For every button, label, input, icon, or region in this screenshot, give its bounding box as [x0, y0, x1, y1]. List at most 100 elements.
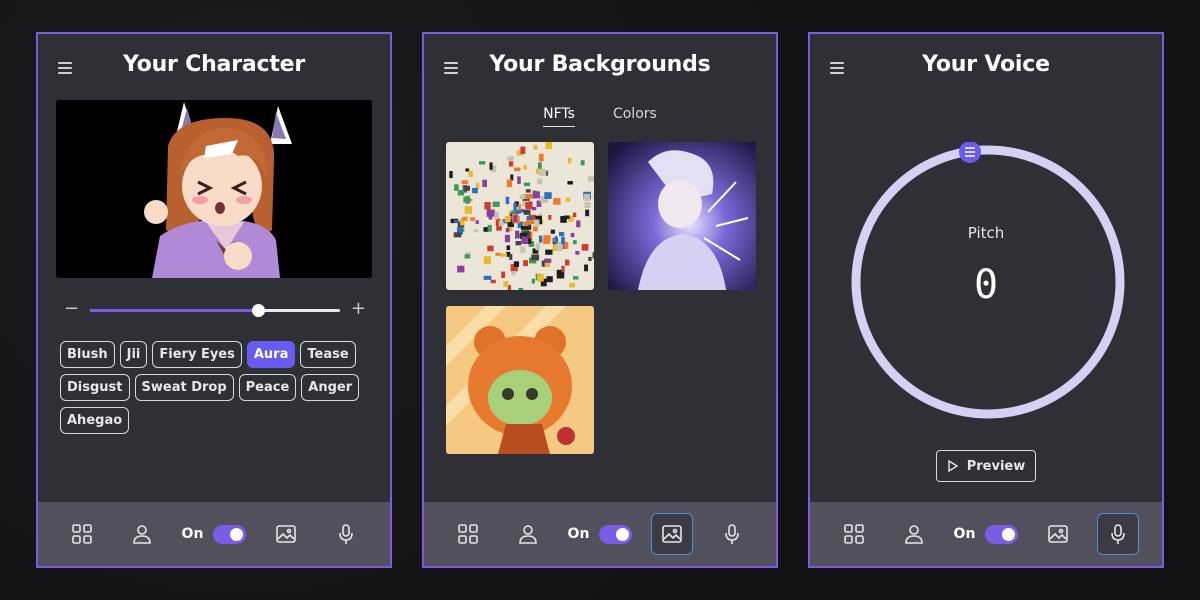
expression-chip[interactable]: Aura	[246, 341, 296, 368]
mosaic-tile	[515, 230, 520, 239]
mosaic-tile	[505, 196, 510, 205]
mosaic-tile	[531, 254, 540, 261]
nav-backgrounds-button[interactable]	[1037, 513, 1079, 555]
mosaic-tile	[533, 144, 538, 150]
expression-chip[interactable]: Anger	[301, 374, 360, 401]
mosaic-tile	[517, 176, 521, 184]
expression-chip[interactable]: Disgust	[60, 374, 130, 401]
mosaic-tile	[538, 153, 544, 162]
mosaic-tile	[464, 206, 472, 214]
mosaic-tile	[556, 247, 563, 252]
nav-backgrounds-button[interactable]	[265, 513, 307, 555]
mosaic-tile	[565, 197, 571, 202]
mosaic-tile	[475, 220, 479, 224]
tab-colors[interactable]: Colors	[613, 106, 657, 127]
mosaic-tile	[534, 219, 540, 227]
mosaic-tile	[494, 211, 499, 220]
mosaic-tile	[468, 170, 473, 177]
toggle-label: On	[953, 526, 976, 542]
preview-button[interactable]: Preview	[936, 450, 1036, 482]
play-icon	[948, 460, 959, 472]
mosaic-tile	[531, 278, 535, 284]
mosaic-tile	[567, 181, 573, 185]
mosaic-thumbnail	[446, 142, 594, 290]
mosaic-tile	[573, 240, 577, 245]
nav-grid-button[interactable]	[61, 513, 103, 555]
mosaic-tile	[487, 224, 492, 232]
bottom-nav: On	[810, 502, 1162, 566]
mosaic-tile	[498, 220, 504, 227]
mosaic-tile	[464, 254, 471, 259]
mosaic-tile	[509, 254, 513, 260]
dial-handle-icon[interactable]	[959, 142, 981, 163]
mosaic-tile	[473, 229, 479, 233]
user-icon	[519, 525, 538, 544]
power-toggle[interactable]: On	[182, 524, 247, 544]
background-tile-mosaic[interactable]	[446, 142, 594, 290]
bottom-nav: On	[38, 502, 390, 566]
power-toggle[interactable]: On	[568, 524, 633, 544]
mosaic-tile	[548, 215, 552, 220]
nav-user-button[interactable]	[121, 513, 163, 555]
page-title: Your Character	[122, 52, 306, 77]
mosaic-tile	[535, 243, 541, 251]
expression-chip[interactable]: Blush	[60, 341, 115, 368]
mosaic-tile	[527, 238, 532, 244]
backgrounds-panel: Your Backgrounds NFTs Colors On	[422, 32, 778, 568]
mosaic-tile	[544, 258, 552, 263]
mosaic-tile	[501, 271, 505, 278]
mosaic-tile	[505, 227, 510, 233]
toggle-switch[interactable]	[599, 524, 633, 544]
intensity-slider[interactable]: − +	[64, 298, 366, 320]
mosaic-tile	[465, 195, 470, 204]
toggle-switch[interactable]	[213, 524, 247, 544]
background-tile-bear[interactable]	[446, 306, 594, 454]
nav-voice-button[interactable]	[1096, 513, 1139, 555]
slider-thumb[interactable]	[251, 304, 265, 317]
power-toggle[interactable]: On	[953, 524, 1019, 544]
mosaic-tile	[525, 189, 531, 193]
mosaic-tile	[567, 157, 572, 164]
mosaic-tile	[559, 231, 565, 237]
mosaic-tile	[537, 273, 544, 282]
background-tile-anime[interactable]	[608, 142, 756, 290]
slider-track[interactable]	[90, 304, 340, 317]
expression-chip[interactable]: Ahegao	[60, 407, 130, 434]
mosaic-tile	[532, 191, 540, 199]
mosaic-tile	[503, 281, 509, 287]
mosaic-tile	[521, 236, 529, 245]
mosaic-tile	[479, 161, 486, 165]
expression-chip[interactable]: Fiery Eyes	[152, 341, 242, 368]
voice-panel: Your Voice Pitch 0 Preview On	[808, 32, 1164, 568]
nav-user-button[interactable]	[507, 513, 549, 555]
mosaic-tile	[482, 179, 487, 187]
mosaic-tile	[492, 201, 500, 207]
tab-nfts[interactable]: NFTs	[543, 106, 575, 127]
preview-label: Preview	[966, 458, 1026, 474]
nav-grid-button[interactable]	[447, 513, 489, 555]
mosaic-tile	[506, 245, 511, 250]
mosaic-tile	[508, 161, 514, 167]
slider-increase-button[interactable]: +	[351, 298, 366, 319]
image-icon	[661, 525, 682, 543]
slider-decrease-button[interactable]: −	[64, 298, 79, 319]
mosaic-tile	[470, 217, 475, 221]
microphone-icon	[1111, 524, 1125, 544]
expression-chip[interactable]: Jii	[119, 341, 148, 368]
expression-chip[interactable]: Peace	[238, 374, 297, 401]
character-illustration	[56, 100, 372, 278]
nav-voice-button[interactable]	[325, 513, 367, 555]
nav-grid-button[interactable]	[833, 513, 875, 555]
mosaic-tile	[531, 206, 537, 211]
mosaic-tile	[486, 209, 495, 217]
nav-voice-button[interactable]	[711, 513, 753, 555]
toggle-switch[interactable]	[985, 524, 1019, 544]
mosaic-tile	[580, 160, 585, 166]
user-icon	[905, 525, 924, 544]
expression-chip[interactable]: Tease	[300, 341, 356, 368]
mosaic-tile	[525, 194, 534, 199]
nav-backgrounds-button[interactable]	[650, 513, 693, 555]
nav-user-button[interactable]	[893, 513, 935, 555]
expression-chip[interactable]: Sweat Drop	[134, 374, 234, 401]
grid-icon	[72, 524, 92, 544]
